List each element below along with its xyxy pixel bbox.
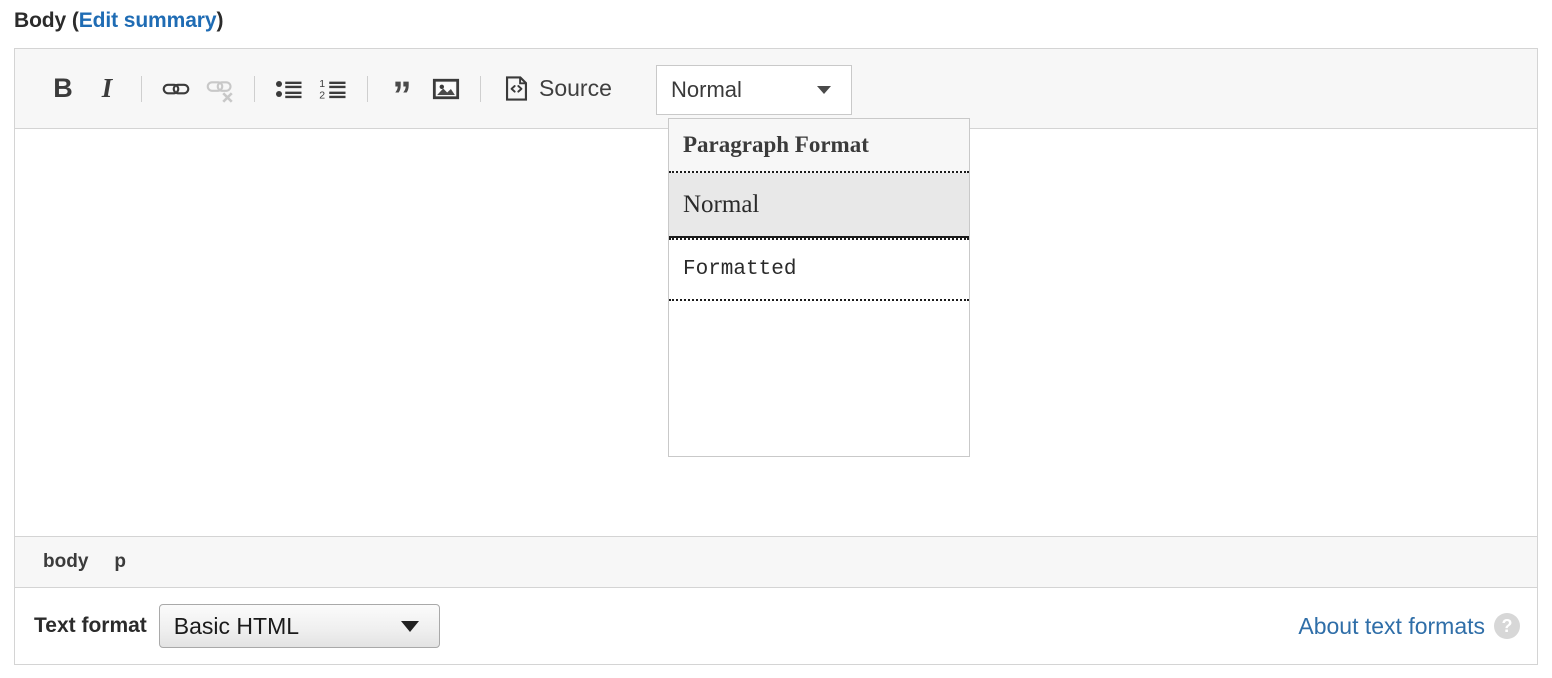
bold-button[interactable]: B	[41, 67, 85, 111]
editor-toolbar: B I 1 2 ” Source Normal	[15, 49, 1537, 129]
svg-text:2: 2	[319, 89, 325, 101]
toolbar-separator	[254, 75, 255, 102]
edit-summary-link[interactable]: Edit summary	[79, 9, 217, 32]
paragraph-format-dropdown-panel: Paragraph Format Normal Formatted	[668, 118, 970, 457]
italic-icon: I	[101, 73, 113, 103]
paragraph-format-panel-header: Paragraph Format	[669, 119, 969, 173]
image-icon	[432, 78, 460, 99]
italic-button[interactable]: I	[85, 67, 129, 111]
help-circle-icon[interactable]: ?	[1494, 613, 1520, 639]
paragraph-format-panel-empty-area	[669, 301, 969, 452]
paragraph-format-combo[interactable]: Normal	[656, 65, 852, 115]
toolbar-separator	[367, 75, 368, 102]
text-format-row: Text format Basic HTML About text format…	[14, 588, 1538, 665]
bold-icon: B	[53, 73, 73, 103]
format-option-normal[interactable]: Normal	[669, 173, 969, 238]
source-button[interactable]: Source	[495, 67, 620, 111]
numbered-list-icon: 1 2	[319, 78, 346, 101]
chevron-down-icon	[817, 86, 831, 94]
format-option-normal-label: Normal	[683, 190, 760, 218]
source-code-icon	[505, 76, 528, 101]
image-button[interactable]	[424, 67, 468, 111]
path-item-body[interactable]: body	[43, 551, 88, 573]
text-format-select-value: Basic HTML	[173, 612, 300, 639]
format-option-formatted[interactable]: Formatted	[669, 238, 969, 301]
path-item-p[interactable]: p	[114, 551, 126, 573]
toolbar-separator	[480, 75, 481, 102]
link-icon	[162, 83, 190, 94]
bulleted-list-button[interactable]	[267, 67, 311, 111]
open-paren: (	[66, 9, 79, 32]
svg-text:1: 1	[319, 78, 325, 90]
bulleted-list-icon	[276, 80, 302, 98]
about-text-formats-link[interactable]: About text formats	[1298, 613, 1485, 640]
link-button[interactable]	[154, 67, 198, 111]
about-text-formats-group: About text formats ?	[1298, 613, 1520, 640]
blockquote-button[interactable]: ”	[380, 67, 424, 115]
unlink-button	[198, 67, 242, 111]
field-label-text: Body	[14, 9, 67, 32]
element-path-bar: body p	[14, 537, 1538, 588]
page-title: Body (Edit summary)	[14, 9, 223, 33]
paragraph-format-panel-title: Paragraph Format	[683, 132, 869, 157]
text-format-select[interactable]: Basic HTML	[158, 604, 440, 648]
toolbar-separator	[141, 75, 142, 102]
paragraph-format-combo-value: Normal	[671, 77, 742, 102]
text-format-label: Text format	[34, 614, 147, 637]
numbered-list-button[interactable]: 1 2	[311, 67, 355, 111]
unlink-icon	[206, 80, 233, 103]
close-paren: )	[216, 9, 224, 32]
format-option-formatted-label: Formatted	[683, 258, 797, 281]
chevron-down-icon	[400, 620, 419, 632]
source-button-label: Source	[539, 75, 612, 101]
